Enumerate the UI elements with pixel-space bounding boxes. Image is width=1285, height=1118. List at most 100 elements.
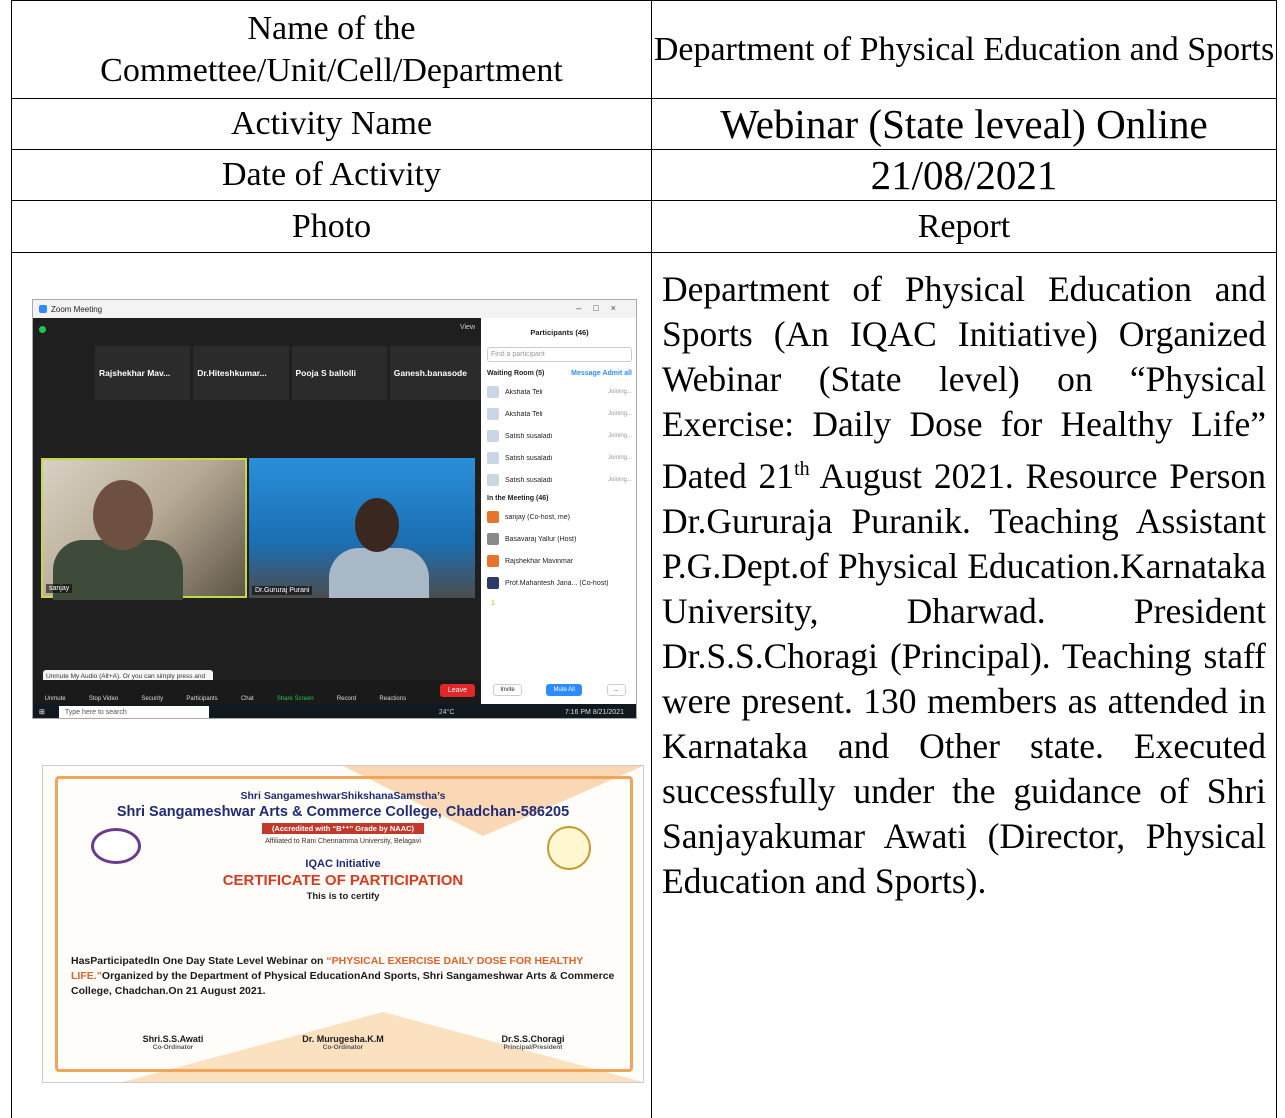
- gallery-tile: Dr.Hiteshkumar...: [193, 346, 289, 400]
- signatory-name: Dr. Murugesha.K.M: [302, 1034, 384, 1044]
- reactions-button: Reactions: [379, 696, 407, 702]
- person-face: [355, 498, 399, 552]
- cert-title: CERTIFICATE OF PARTICIPATION: [222, 872, 464, 889]
- list-item: Satish susaladi Joining...: [481, 469, 636, 491]
- cert-initiative: IQAC Initiative: [305, 858, 381, 870]
- label-committee: Name of the Commettee/Unit/Cell/Departme…: [11, 0, 652, 99]
- value-activity-name: Webinar (State leveal) Online: [651, 98, 1277, 150]
- signature-block: Dr.S.S.Choragi Principal/President: [463, 1034, 603, 1051]
- video-label: Dr.Gururaj Purani: [252, 586, 313, 595]
- table-row: Photo Report: [11, 200, 1277, 253]
- leave-button: Leave: [439, 684, 475, 697]
- shield-icon: [39, 326, 46, 333]
- participant-status: Joining...: [607, 477, 632, 483]
- list-item: Rajshekhar Mavinmar: [481, 550, 636, 572]
- zoom-stage: View Rajshekhar Mav... Dr.Hiteshkumar...…: [33, 318, 485, 690]
- clock-time: 7:16 PM: [564, 708, 591, 716]
- list-item: Akshata Teli Joining...: [481, 403, 636, 425]
- avatar: [487, 452, 499, 464]
- signature-block: Dr. Murugesha.K.M Co-Ordinator: [273, 1034, 413, 1051]
- weather-text: 24°C: [438, 708, 455, 716]
- security-button: Security: [141, 696, 164, 702]
- gallery-tile: Rajshekhar Mav...: [95, 346, 191, 400]
- zoom-app-icon: [39, 305, 47, 313]
- table-row: Name of the Commettee/Unit/Cell/Departme…: [11, 0, 1277, 99]
- cert-college: Shri Sangameshwar Arts & Commerce Colleg…: [116, 804, 570, 820]
- avatar: [487, 408, 499, 420]
- find-participant-input: Find a participant: [487, 347, 632, 362]
- participant-name: Prof.Mahantesh Jana... (Co-host): [505, 579, 609, 587]
- avatar: [487, 511, 499, 523]
- report-superscript: th: [794, 458, 810, 480]
- window-controls: –□×: [576, 303, 628, 313]
- cert-accredited-text: (Accredited with “B⁺⁺” Grade by NAAC): [261, 823, 425, 834]
- photo-cell: Zoom Meeting –□× View Rajshekhar Mav... …: [11, 252, 652, 1118]
- zoom-toolbar: Unmute Stop Video Security Participants …: [33, 680, 481, 704]
- signatory-role: Co-Ordinator: [322, 1044, 364, 1051]
- participant-name: Rajshekhar Mavinmar: [505, 557, 574, 565]
- participant-status: Joining...: [607, 389, 632, 395]
- zoom-meeting-screenshot: Zoom Meeting –□× View Rajshekhar Mav... …: [32, 299, 637, 719]
- participant-name: Akshata Teli: [505, 388, 543, 396]
- participants-panel: Participants (46) Find a participant Wai…: [481, 318, 636, 704]
- report-cell: Department of Physical Education and Spo…: [651, 252, 1277, 1118]
- person-shape: [329, 548, 429, 598]
- gallery-tile: Pooja S ballolli: [291, 346, 387, 400]
- list-item: Akshata Teli Joining...: [481, 381, 636, 403]
- label-activity-name: Activity Name: [11, 98, 652, 150]
- table-row: Activity Name Webinar (State leveal) Onl…: [11, 98, 1277, 150]
- signatory-role: Principal/President: [503, 1044, 563, 1051]
- view-button: View: [459, 324, 475, 331]
- panel-title: Participants (46): [530, 328, 589, 337]
- table-row: Zoom Meeting –□× View Rajshekhar Mav... …: [11, 252, 1277, 1118]
- label-date: Date of Activity: [11, 149, 652, 201]
- activity-table: Name of the Commettee/Unit/Cell/Departme…: [11, 0, 1277, 1118]
- avatar: [487, 474, 499, 486]
- participant-status: Joining...: [607, 455, 632, 461]
- chat-button: Chat: [240, 696, 254, 702]
- label-report: Report: [651, 200, 1277, 253]
- table-row: Date of Activity 21/08/2021: [11, 149, 1277, 201]
- panel-buttons: Invite Mute All ...: [481, 684, 636, 696]
- gallery-tile: Ganesh.banasode: [389, 346, 485, 400]
- list-item: Prof.Mahantesh Jana... (Co-host): [481, 572, 636, 594]
- stop-video-button: Stop Video: [88, 696, 119, 702]
- report-text: Department of Physical Education and Spo…: [662, 267, 1266, 904]
- in-meeting-header: In the Meeting (46): [487, 495, 549, 502]
- label-photo: Photo: [11, 200, 652, 253]
- participant-name: Satish susaladi: [505, 432, 553, 440]
- certificate-image: Shri SangameshwarShikshanaSamstha’s Shri…: [42, 765, 644, 1083]
- more-button: ...: [606, 684, 626, 696]
- avatar: [487, 386, 499, 398]
- waiting-room-label: Waiting Room (5): [487, 370, 545, 377]
- record-button: Record: [336, 696, 357, 702]
- cert-body-text: Organized by the Department of Physical …: [71, 970, 615, 997]
- list-item: Satish susaladi Joining...: [481, 447, 636, 469]
- zoom-window-title: Zoom Meeting: [51, 304, 103, 314]
- waiting-room-header: Waiting Room (5) Message Admit all: [481, 366, 636, 381]
- share-screen-button: Share Screen: [276, 696, 314, 702]
- participants-button: Participants: [186, 696, 218, 702]
- cert-certify: This is to certify: [306, 891, 380, 902]
- windows-icon: ⊞: [39, 709, 45, 716]
- signatory-role: Co-Ordinator: [152, 1044, 194, 1051]
- list-item: Basavaraj Yallur (Host): [481, 528, 636, 550]
- participant-name: Satish susaladi: [505, 476, 553, 484]
- zoom-titlebar: Zoom Meeting: [33, 300, 636, 318]
- value-department: Department of Physical Education and Spo…: [651, 0, 1277, 99]
- participant-name: Satish susaladi: [505, 454, 553, 462]
- invite-button: Invite: [493, 684, 522, 696]
- taskbar-search: Type here to search: [58, 706, 209, 718]
- taskbar-clock: 7:16 PM 8/21/2021: [565, 709, 624, 716]
- participant-name: sanjay (Co-host, me): [505, 513, 570, 521]
- cert-body-text: HasParticipatedIn One Day State Level We…: [71, 955, 327, 967]
- avatar: [487, 533, 499, 545]
- list-item: Satish susaladi Joining...: [481, 425, 636, 447]
- report-text-part: August 2021. Resource Person Dr.Gururaja…: [662, 455, 1266, 901]
- value-date: 21/08/2021: [651, 149, 1277, 201]
- cert-affiliated: Affiliated to Rani Chennamma University,…: [265, 838, 421, 845]
- avatar: [487, 555, 499, 567]
- mute-all-button: Mute All: [546, 684, 582, 696]
- raised-hand-count: 1: [491, 600, 495, 607]
- person-face: [93, 480, 153, 550]
